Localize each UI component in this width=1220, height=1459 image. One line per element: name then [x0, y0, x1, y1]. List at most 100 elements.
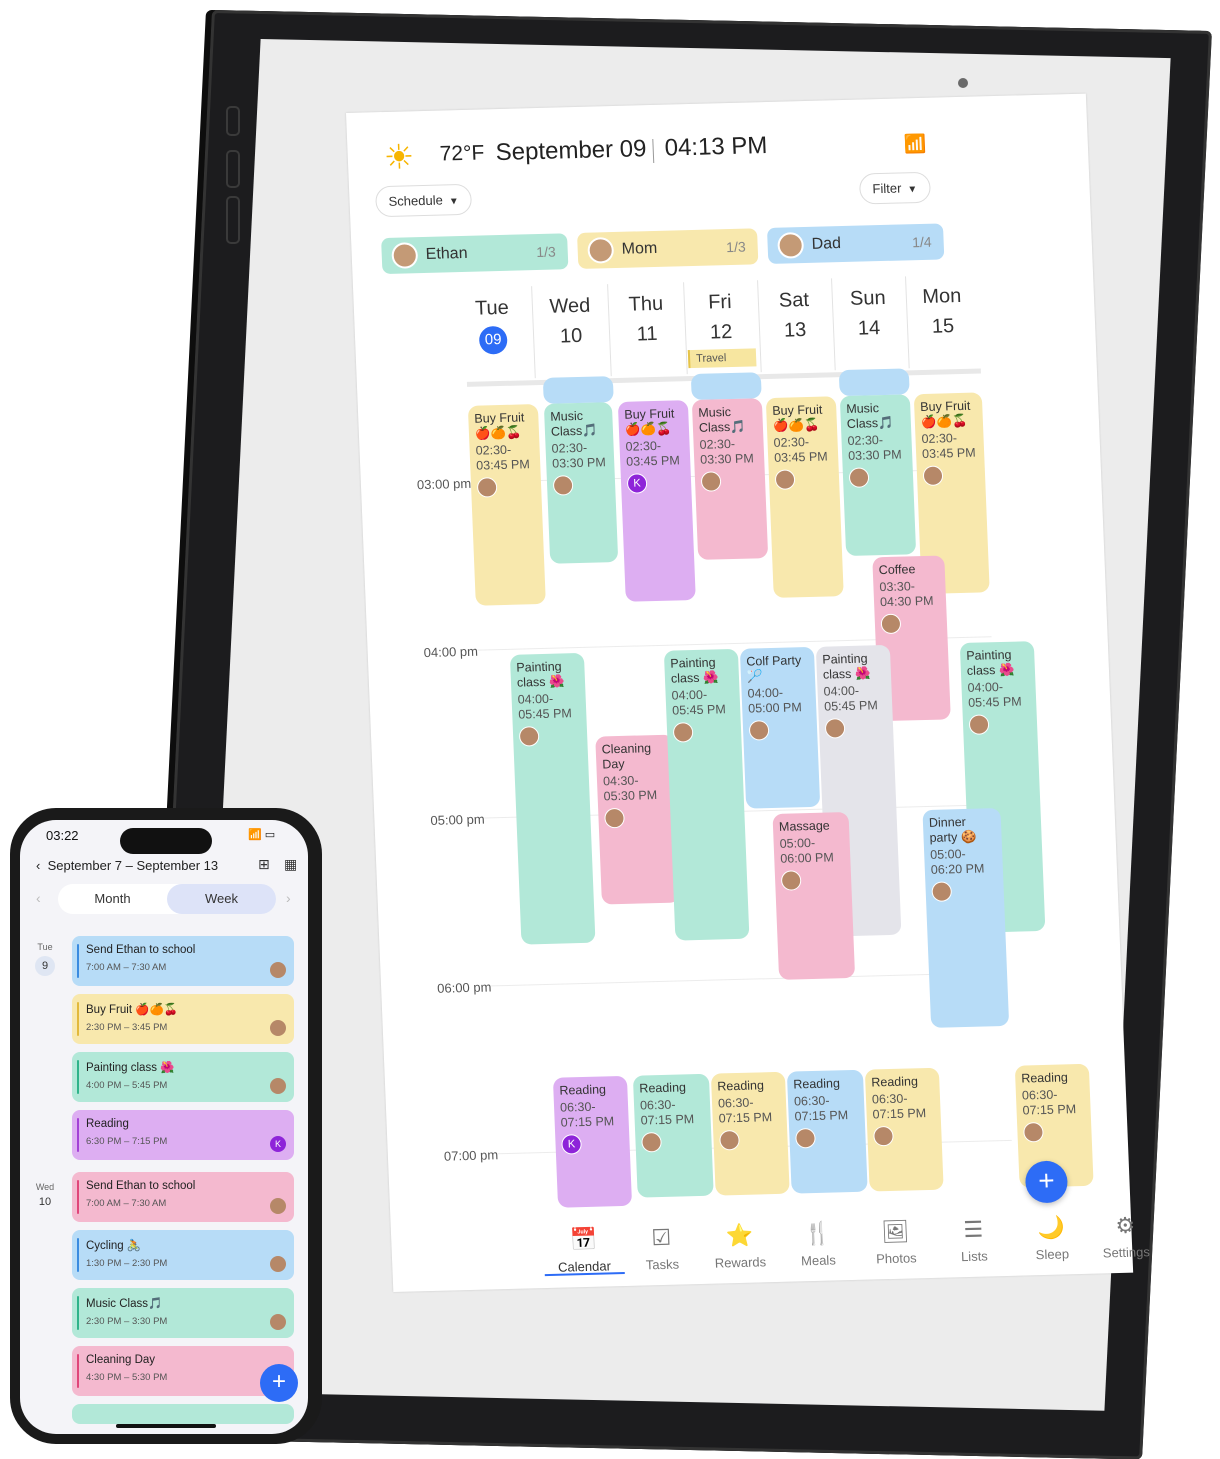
schedule-dropdown[interactable]: Schedule ▼ — [374, 183, 473, 218]
avatar — [931, 881, 953, 902]
event-reading[interactable]: Reading 06:30-07:15 PM — [710, 1071, 790, 1196]
nav-photos[interactable]: 🖼 Photos — [855, 1218, 937, 1267]
chevron-right-icon[interactable]: › — [286, 890, 291, 906]
nav-calendar[interactable]: 📅 Calendar — [543, 1226, 625, 1275]
nav-tasks[interactable]: ☑ Tasks — [621, 1224, 703, 1273]
date-range-back[interactable]: ‹ September 7 – September 13 — [36, 858, 218, 873]
tablet-screen: ☀ 72°F September 09 04:13 PM 📶 Schedule ▼… — [346, 93, 1150, 1293]
day-number: 14 — [857, 317, 881, 340]
day-label-tue: Tue 9 — [30, 942, 60, 976]
list-item[interactable]: Send Ethan to school 7:00 AM – 7:30 AM — [72, 1172, 294, 1222]
wifi-icon: 📶 — [903, 133, 927, 155]
day-header-tue[interactable]: Tue 09 — [455, 292, 529, 355]
event-time: 4:30 PM – 5:30 PM — [86, 1372, 168, 1383]
event-title: Buy Fruit 🍎🍊🍒 — [624, 406, 675, 437]
event-massage[interactable]: Massage 05:00-06:00 PM — [772, 812, 856, 980]
member-name: Mom — [621, 239, 658, 258]
event-overflow[interactable] — [542, 376, 614, 404]
day-header-sun[interactable]: Sun 14 — [831, 282, 905, 344]
event-buy-fruit[interactable]: Buy Fruit 🍎🍊🍒 02:30-03:45 PM K — [617, 400, 696, 602]
day-header-fri[interactable]: Fri 12 — [683, 286, 757, 348]
sun-icon: ☀ — [383, 138, 416, 178]
add-event-button[interactable]: + — [260, 1364, 298, 1402]
event-music-class[interactable]: Music Class🎵 02:30-03:30 PM — [691, 398, 769, 560]
color-bar — [77, 1060, 79, 1094]
member-chip-mom[interactable]: Mom 1/3 — [577, 228, 759, 269]
color-bar — [77, 1180, 79, 1214]
avatar — [1023, 1121, 1044, 1143]
power-button[interactable] — [226, 196, 240, 244]
calendar-icon[interactable]: ▦ — [284, 856, 297, 873]
event-title: Music Class🎵 — [698, 405, 747, 435]
list-item[interactable]: Music Class🎵 2:30 PM – 3:30 PM — [72, 1288, 294, 1338]
nav-label: Rewards — [714, 1254, 767, 1271]
event-time: 2:30 PM – 3:30 PM — [86, 1316, 168, 1327]
star-icon: ⭐ — [725, 1222, 754, 1249]
add-event-button[interactable]: + — [1024, 1160, 1069, 1204]
nav-sleep[interactable]: 🌙 Sleep — [1011, 1214, 1093, 1263]
chevron-down-icon: ▼ — [448, 196, 459, 208]
event-golf-party[interactable]: Colf Party 🏸 04:00-05:00 PM — [739, 646, 821, 809]
day-header-thu[interactable]: Thu 11 — [609, 288, 683, 350]
day-number: 11 — [636, 322, 658, 346]
time-label: 06:00 pm — [436, 979, 492, 996]
grid-view-icon[interactable]: ⊞ — [258, 856, 270, 873]
event-reading[interactable]: Reading 06:30-07:15 PM K — [552, 1075, 633, 1208]
day-name: Tue — [474, 296, 510, 320]
day-header-wed[interactable]: Wed 10 — [533, 290, 607, 352]
event-time: 02:30-03:45 PM — [921, 431, 976, 461]
event-time: 04:00-05:45 PM — [671, 687, 727, 718]
list-item[interactable]: Send Ethan to school 7:00 AM – 7:30 AM — [72, 936, 294, 986]
list-item[interactable]: Painting class 🌺 4:00 PM – 5:45 PM — [72, 1052, 294, 1102]
volume-button[interactable] — [226, 150, 240, 188]
event-dinner-party[interactable]: Dinner party 🍪 05:00-06:20 PM — [922, 808, 1010, 1028]
member-count: 1/3 — [725, 238, 747, 256]
nav-rewards[interactable]: ⭐ Rewards — [699, 1222, 781, 1271]
view-toggle: Month Week — [58, 884, 276, 914]
nav-meals[interactable]: 🍴 Meals — [777, 1220, 859, 1269]
member-name: Dad — [811, 235, 842, 253]
all-day-event-travel[interactable]: Travel — [687, 348, 757, 369]
member-chip-dad[interactable]: Dad 1/4 — [766, 223, 945, 264]
event-overflow[interactable] — [690, 372, 762, 401]
side-button[interactable] — [226, 106, 240, 136]
nav-label: Lists — [960, 1248, 989, 1265]
tab-month[interactable]: Month — [58, 884, 167, 914]
current-time: 04:13 PM — [664, 131, 768, 162]
color-bar — [77, 1296, 79, 1330]
day-number: 12 — [709, 320, 733, 344]
event-time: 06:30-07:15 PM — [793, 1093, 849, 1124]
event-title: Painting class 🌺 — [822, 651, 871, 682]
list-item[interactable] — [72, 1404, 294, 1424]
list-item[interactable]: Buy Fruit 🍎🍊🍒 2:30 PM – 3:45 PM — [72, 994, 294, 1044]
nav-lists[interactable]: ☰ Lists — [933, 1216, 1015, 1265]
day-header-mon[interactable]: Mon 15 — [905, 281, 979, 343]
event-painting-class[interactable]: Painting class 🌺 04:00-05:45 PM — [509, 652, 596, 945]
list-item[interactable]: Reading 6:30 PM – 7:15 PM K — [72, 1110, 294, 1160]
event-buy-fruit[interactable]: Buy Fruit 🍎🍊🍒 02:30-03:45 PM — [765, 396, 844, 598]
avatar — [719, 1129, 740, 1151]
nav-settings[interactable]: ⚙ Settings — [1085, 1212, 1167, 1261]
avatar — [777, 232, 805, 259]
tab-week[interactable]: Week — [167, 884, 276, 914]
event-reading[interactable]: Reading 06:30-07:15 PM — [786, 1069, 868, 1194]
event-buy-fruit[interactable]: Buy Fruit 🍎🍊🍒 02:30-03:45 PM — [467, 404, 546, 606]
event-overflow[interactable] — [838, 368, 910, 397]
avatar — [880, 613, 902, 635]
event-music-class[interactable]: Music Class🎵 02:30-03:30 PM — [543, 402, 619, 564]
event-title: Cleaning Day — [601, 741, 652, 772]
color-bar — [77, 944, 79, 978]
tasks-icon: ☑ — [651, 1224, 672, 1251]
time-label: 03:00 pm — [416, 475, 472, 493]
event-title: Painting class 🌺 — [670, 655, 719, 686]
list-item[interactable]: Cycling 🚴 1:30 PM – 2:30 PM — [72, 1230, 294, 1280]
member-chip-ethan[interactable]: Ethan 1/3 — [381, 233, 569, 275]
chevron-left-icon[interactable]: ‹ — [36, 890, 41, 906]
day-header-sat[interactable]: Sat 13 — [757, 284, 831, 346]
event-reading[interactable]: Reading 06:30-07:15 PM — [864, 1067, 944, 1192]
event-music-class[interactable]: Music Class🎵 02:30-03:30 PM — [839, 394, 917, 557]
filter-dropdown[interactable]: Filter ▼ — [858, 171, 931, 205]
event-reading[interactable]: Reading 06:30-07:15 PM — [632, 1073, 714, 1198]
event-painting-class[interactable]: Painting class 🌺 04:00-05:45 PM — [663, 648, 750, 941]
event-time: 06:30-07:15 PM — [1021, 1087, 1077, 1118]
